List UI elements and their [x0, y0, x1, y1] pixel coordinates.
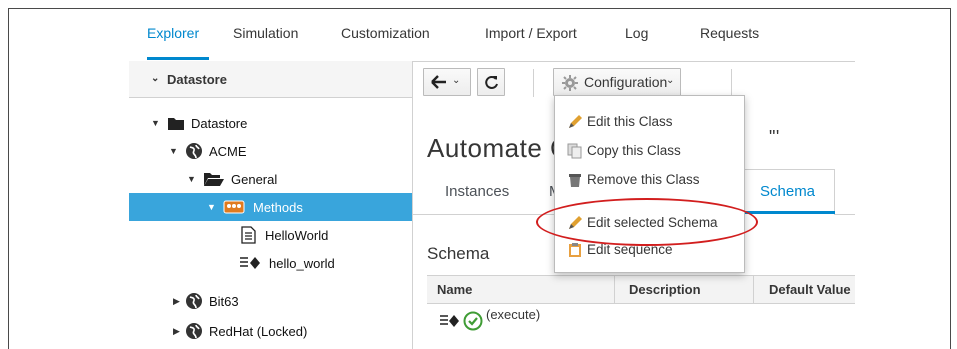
expand-triangle-icon[interactable]: ▶ — [173, 326, 180, 337]
tree-node-helloworld[interactable]: HelloWorld — [129, 221, 412, 249]
globe-icon — [186, 143, 202, 159]
trash-icon — [569, 174, 581, 187]
menu-item-label: Edit selected Schema — [587, 215, 718, 230]
refresh-icon — [485, 76, 498, 89]
section-title: Schema — [427, 244, 490, 263]
chevron-down-icon: ⌄ — [666, 75, 675, 86]
tree-node-label: Methods — [253, 200, 303, 215]
gear-icon — [562, 75, 578, 91]
tree-node-general[interactable]: ▼ General — [129, 165, 412, 193]
menu-item-edit-sequence[interactable]: Edit sequence — [555, 236, 744, 264]
tree-node-label: RedHat (Locked) — [209, 324, 308, 339]
column-header-name[interactable]: Name — [437, 282, 472, 297]
pencil-icon — [569, 115, 582, 128]
column-divider — [753, 276, 754, 303]
app-window: Explorer Simulation Customization Import… — [8, 8, 951, 349]
configuration-label: Configuration — [584, 74, 668, 90]
menu-item-edit-class[interactable]: Edit this Class — [555, 108, 744, 136]
schema-field-name: (execute) — [486, 307, 541, 322]
nav-customization[interactable]: Customization — [341, 25, 430, 41]
page-title: Automate C "' — [427, 127, 779, 164]
tree-node-label: General — [231, 172, 278, 187]
tree-node-label: Datastore — [191, 116, 248, 131]
expand-triangle-icon[interactable]: ▼ — [151, 118, 160, 128]
configuration-menu: Edit this Class Copy this Class Remove t… — [554, 95, 745, 273]
arrow-left-icon — [431, 75, 446, 89]
folder-icon — [168, 118, 184, 130]
expand-triangle-icon[interactable]: ▼ — [207, 202, 216, 212]
menu-item-label: Edit sequence — [587, 242, 673, 257]
nav-simulation[interactable]: Simulation — [233, 25, 298, 41]
clipboard-icon — [569, 243, 581, 257]
tree-node-redhat[interactable]: ▶ RedHat (Locked) — [129, 317, 412, 345]
tree-node-label: Bit63 — [209, 294, 239, 309]
active-nav-indicator — [147, 57, 209, 60]
method-icon — [240, 257, 260, 269]
column-header-default-value[interactable]: Default Value — [769, 282, 851, 297]
nav-requests[interactable]: Requests — [700, 25, 759, 41]
menu-item-copy-class[interactable]: Copy this Class — [555, 137, 744, 165]
toolbar-separator — [533, 69, 534, 97]
copy-icon — [567, 143, 582, 159]
globe-icon — [186, 293, 202, 309]
menu-item-label: Copy this Class — [587, 143, 681, 158]
tree-node-hello-world[interactable]: hello_world — [129, 249, 412, 277]
nav-explorer[interactable]: Explorer — [147, 25, 199, 41]
tree-node-label: ACME — [209, 144, 247, 159]
menu-item-label: Remove this Class — [587, 172, 700, 187]
refresh-button[interactable] — [477, 68, 505, 96]
tree-node-acme[interactable]: ▼ ACME — [129, 137, 412, 165]
tree-node-datastore[interactable]: ▼ Datastore — [129, 109, 412, 137]
class-icon — [223, 200, 245, 214]
menu-item-edit-selected-schema[interactable]: Edit selected Schema — [555, 209, 744, 237]
pencil-icon — [569, 216, 582, 229]
column-divider — [614, 276, 615, 303]
chevron-down-icon: ⌄ — [452, 75, 461, 86]
check-circle-icon — [463, 311, 483, 331]
top-nav: Explorer Simulation Customization Import… — [129, 9, 855, 62]
menu-item-remove-class[interactable]: Remove this Class — [555, 166, 744, 194]
back-button[interactable]: ⌄ — [423, 68, 471, 96]
left-panel: ⌄ Datastore ▼ Datastore ▼ ACME ▼ General… — [129, 61, 413, 349]
table-row[interactable]: (execute) — [427, 305, 855, 335]
tab-schema-label: Schema — [760, 183, 816, 200]
expand-triangle-icon[interactable]: ▼ — [187, 174, 196, 184]
accordion-title: Datastore — [167, 72, 227, 87]
active-tab-indicator — [739, 211, 835, 214]
expand-triangle-icon[interactable]: ▼ — [169, 146, 178, 156]
method-icon — [440, 315, 459, 327]
toolbar-separator — [731, 69, 732, 97]
menu-item-label: Edit this Class — [587, 114, 673, 129]
column-header-description[interactable]: Description — [629, 282, 701, 297]
chevron-down-icon: ⌄ — [151, 73, 160, 84]
page-title-text: Automate C — [427, 133, 570, 163]
tab-schema[interactable]: Schema — [739, 169, 835, 215]
globe-icon — [186, 323, 202, 339]
nav-import-export[interactable]: Import / Export — [485, 25, 577, 41]
accordion-header-datastore[interactable]: ⌄ Datastore — [129, 61, 412, 98]
document-icon — [241, 226, 256, 244]
tab-instances[interactable]: Instances — [445, 183, 509, 200]
configuration-button[interactable]: Configuration ⌄ — [553, 68, 681, 96]
expand-triangle-icon[interactable]: ▶ — [173, 296, 180, 307]
tree-node-label: hello_world — [269, 256, 335, 271]
nav-log[interactable]: Log — [625, 25, 648, 41]
page-title-fragment: "' — [769, 127, 780, 147]
tree-node-methods[interactable]: ▼ Methods — [129, 193, 412, 221]
tree-node-bit63[interactable]: ▶ Bit63 — [129, 287, 412, 315]
tree-node-label: HelloWorld — [265, 228, 329, 243]
schema-table-header: Name Description Default Value — [427, 275, 855, 304]
folder-open-icon — [204, 173, 224, 186]
